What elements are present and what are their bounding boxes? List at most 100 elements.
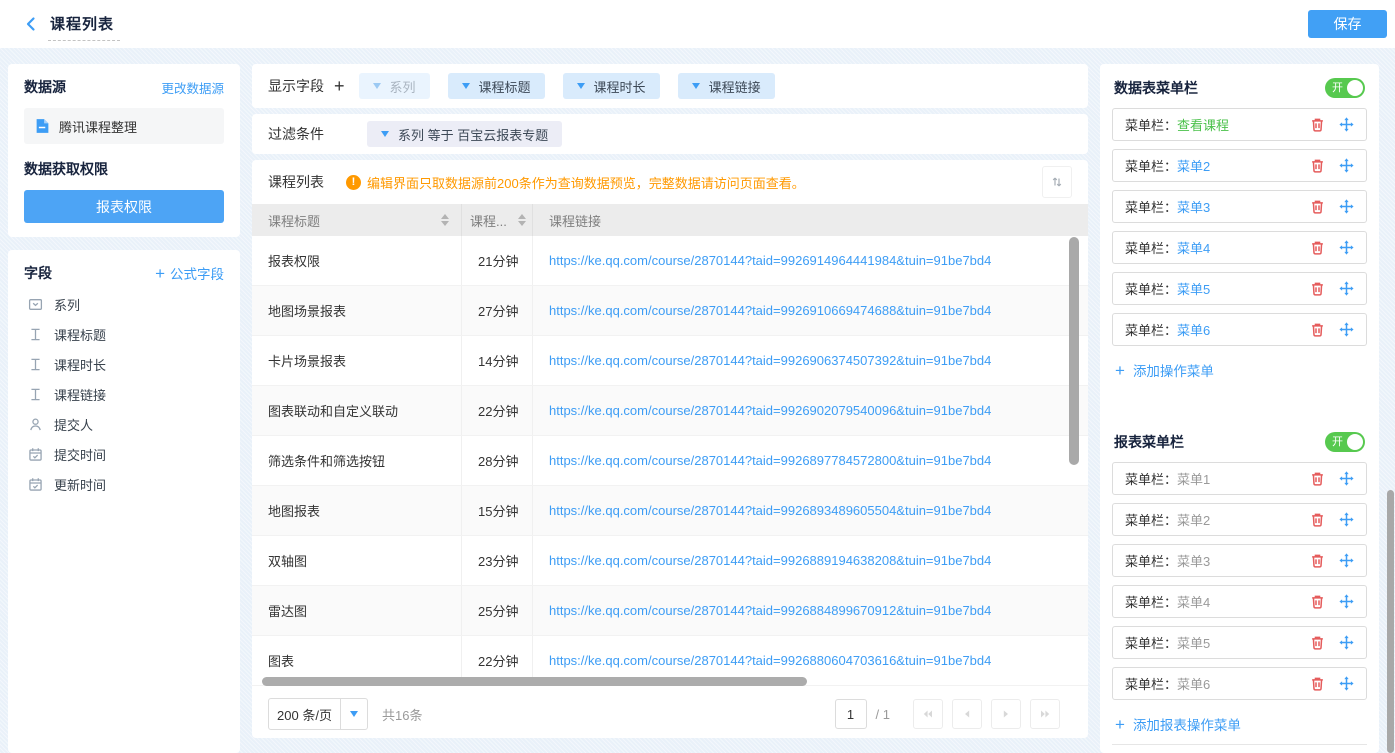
course-link[interactable]: https://ke.qq.com/course/2870144?taid=99… — [549, 303, 991, 318]
back-icon[interactable] — [22, 15, 40, 33]
first-page-button[interactable] — [913, 699, 943, 729]
last-page-button[interactable] — [1030, 699, 1060, 729]
menu-item[interactable]: 菜单栏：菜单4 — [1112, 231, 1367, 264]
report-permission-button[interactable]: 报表权限 — [24, 190, 224, 223]
menu-item[interactable]: 菜单栏：菜单3 — [1112, 190, 1367, 223]
field-item-submitter[interactable]: 提交人 — [24, 409, 224, 439]
table-horizontal-scrollbar[interactable] — [262, 677, 807, 686]
course-link[interactable]: https://ke.qq.com/course/2870144?taid=99… — [549, 653, 991, 668]
menu-item-name[interactable]: 菜单5 — [1177, 279, 1210, 298]
calendar-icon — [28, 447, 43, 462]
trash-icon[interactable] — [1310, 322, 1325, 337]
table-menu-toggle[interactable]: 开 — [1325, 78, 1365, 98]
menu-item[interactable]: 菜单栏：菜单2 — [1112, 503, 1367, 536]
move-icon[interactable] — [1339, 512, 1354, 527]
cell-duration: 22分钟 — [462, 386, 533, 435]
course-link[interactable]: https://ke.qq.com/course/2870144?taid=99… — [549, 453, 991, 468]
add-table-menu-link[interactable]: + 添加操作菜单 — [1112, 360, 1367, 380]
menu-item[interactable]: 菜单栏：菜单4 — [1112, 585, 1367, 618]
menu-item[interactable]: 菜单栏：菜单2 — [1112, 149, 1367, 182]
course-link[interactable]: https://ke.qq.com/course/2870144?taid=99… — [549, 553, 991, 568]
next-page-button[interactable] — [991, 699, 1021, 729]
move-icon[interactable] — [1339, 158, 1354, 173]
filter-condition-tag[interactable]: 系列 等于 百宝云报表专题 — [367, 121, 562, 147]
add-formula-field-link[interactable]: + 公式字段 — [155, 263, 224, 283]
field-item-series[interactable]: 系列 — [24, 289, 224, 319]
trash-icon[interactable] — [1310, 594, 1325, 609]
field-item-submit-time[interactable]: 提交时间 — [24, 439, 224, 469]
display-field-tag-course-link[interactable]: 课程链接 — [678, 73, 775, 99]
course-link[interactable]: https://ke.qq.com/course/2870144?taid=99… — [549, 503, 991, 518]
display-field-tag-course-title[interactable]: 课程标题 — [448, 73, 545, 99]
report-menu-toggle[interactable]: 开 — [1325, 432, 1365, 452]
course-link[interactable]: https://ke.qq.com/course/2870144?taid=99… — [549, 353, 991, 368]
menu-item-name[interactable]: 菜单2 — [1177, 156, 1210, 175]
trash-icon[interactable] — [1310, 512, 1325, 527]
menu-item[interactable]: 菜单栏：菜单5 — [1112, 272, 1367, 305]
menu-item-name[interactable]: 菜单3 — [1177, 197, 1210, 216]
display-field-tag-course-duration[interactable]: 课程时长 — [563, 73, 660, 99]
move-icon[interactable] — [1339, 553, 1354, 568]
menu-item-name[interactable]: 菜单4 — [1177, 238, 1210, 257]
table-sort-button[interactable] — [1042, 166, 1072, 198]
move-icon[interactable] — [1339, 281, 1354, 296]
trash-icon[interactable] — [1310, 635, 1325, 650]
course-link[interactable]: https://ke.qq.com/course/2870144?taid=99… — [549, 603, 991, 618]
menu-item-prefix: 菜单栏： — [1125, 469, 1177, 488]
change-datasource-link[interactable]: 更改数据源 — [161, 78, 224, 97]
course-link[interactable]: https://ke.qq.com/course/2870144?taid=99… — [549, 403, 991, 418]
add-report-menu-link[interactable]: + 添加报表操作菜单 — [1112, 714, 1367, 734]
display-field-tag-series[interactable]: 系列 — [359, 73, 430, 99]
move-icon[interactable] — [1339, 240, 1354, 255]
menu-item-name[interactable]: 菜单6 — [1177, 320, 1210, 339]
menu-item-name[interactable]: 查看课程 — [1177, 115, 1229, 134]
move-icon[interactable] — [1339, 199, 1354, 214]
menu-item-name[interactable]: 菜单5 — [1177, 633, 1210, 652]
page-size-select[interactable]: 200 条/页 — [268, 698, 368, 730]
menu-item[interactable]: 菜单栏：菜单3 — [1112, 544, 1367, 577]
menu-item[interactable]: 菜单栏：菜单5 — [1112, 626, 1367, 659]
page-title[interactable]: 课程列表 — [48, 13, 120, 41]
trash-icon[interactable] — [1310, 676, 1325, 691]
field-item-course-title[interactable]: 课程标题 — [24, 319, 224, 349]
menu-item-name[interactable]: 菜单3 — [1177, 551, 1210, 570]
move-icon[interactable] — [1339, 676, 1354, 691]
menu-item[interactable]: 菜单栏：菜单6 — [1112, 313, 1367, 346]
trash-icon[interactable] — [1310, 240, 1325, 255]
move-icon[interactable] — [1339, 471, 1354, 486]
field-item-course-link[interactable]: 课程链接 — [24, 379, 224, 409]
move-icon[interactable] — [1339, 594, 1354, 609]
text-field-icon — [28, 357, 43, 372]
trash-icon[interactable] — [1310, 553, 1325, 568]
prev-page-button[interactable] — [952, 699, 982, 729]
menu-item[interactable]: 菜单栏：菜单1 — [1112, 462, 1367, 495]
menu-item-name[interactable]: 菜单1 — [1177, 469, 1210, 488]
add-display-field-icon[interactable]: + — [334, 77, 345, 95]
trash-icon[interactable] — [1310, 199, 1325, 214]
menu-item-name[interactable]: 菜单4 — [1177, 592, 1210, 611]
table-vertical-scrollbar[interactable] — [1069, 237, 1079, 465]
cell-title: 图表联动和自定义联动 — [252, 386, 462, 435]
datasource-item[interactable]: 腾讯课程整理 — [24, 108, 224, 144]
trash-icon[interactable] — [1310, 471, 1325, 486]
sort-course-duration[interactable] — [518, 214, 526, 226]
move-icon[interactable] — [1339, 322, 1354, 337]
menu-item[interactable]: 菜单栏：查看课程 — [1112, 108, 1367, 141]
field-item-update-time[interactable]: 更新时间 — [24, 469, 224, 499]
course-link[interactable]: https://ke.qq.com/course/2870144?taid=99… — [549, 253, 991, 268]
menu-item[interactable]: 菜单栏：菜单6 — [1112, 667, 1367, 700]
page-number-input[interactable] — [835, 699, 867, 729]
move-icon[interactable] — [1339, 117, 1354, 132]
field-item-course-duration[interactable]: 课程时长 — [24, 349, 224, 379]
trash-icon[interactable] — [1310, 117, 1325, 132]
menu-item-name[interactable]: 菜单2 — [1177, 510, 1210, 529]
menu-item-name[interactable]: 菜单6 — [1177, 674, 1210, 693]
page-count: / 1 — [876, 707, 890, 722]
trash-icon[interactable] — [1310, 158, 1325, 173]
chevron-down-icon — [692, 83, 700, 89]
sort-course-title[interactable] — [441, 214, 449, 226]
window-scrollbar[interactable] — [1387, 490, 1394, 753]
trash-icon[interactable] — [1310, 281, 1325, 296]
move-icon[interactable] — [1339, 635, 1354, 650]
save-button[interactable]: 保存 — [1308, 10, 1387, 38]
